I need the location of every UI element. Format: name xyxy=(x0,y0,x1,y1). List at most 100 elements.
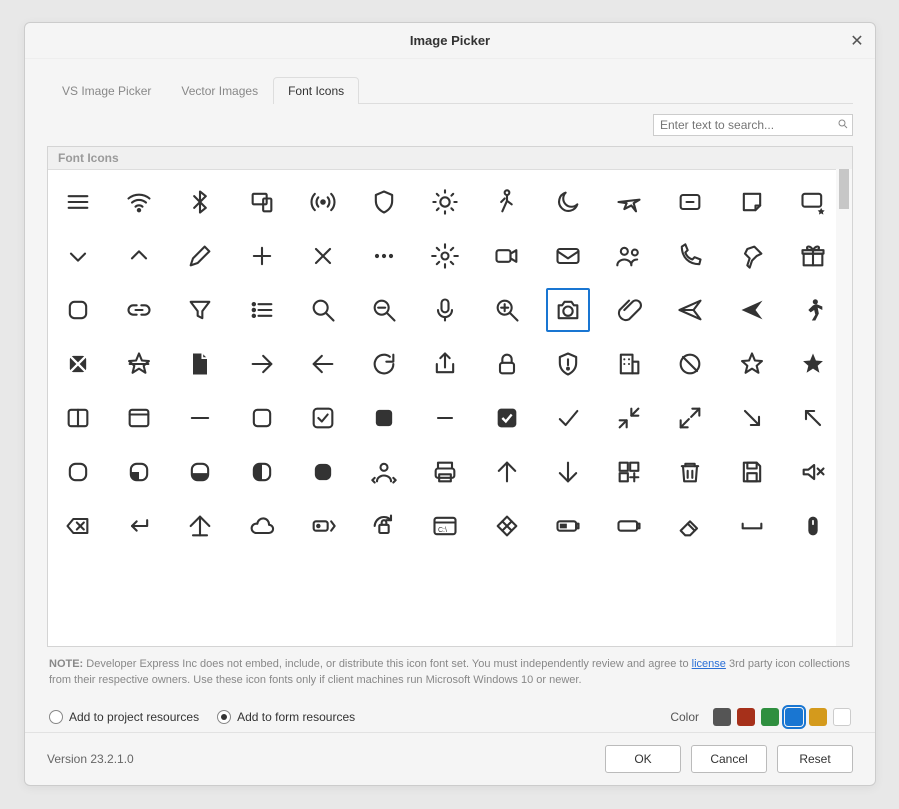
half-star-icon[interactable] xyxy=(117,342,161,386)
battery-half-icon[interactable] xyxy=(546,504,590,548)
tab-vs[interactable]: VS Image Picker xyxy=(47,77,166,104)
send-filled-icon[interactable] xyxy=(730,288,774,332)
license-link[interactable]: license xyxy=(692,658,726,670)
minus-icon[interactable] xyxy=(178,396,222,440)
star-outline-icon[interactable] xyxy=(730,342,774,386)
document-icon[interactable] xyxy=(178,342,222,386)
user-sync-icon[interactable] xyxy=(362,450,406,494)
star-filled-icon[interactable] xyxy=(791,342,835,386)
run-person-icon[interactable] xyxy=(791,288,835,332)
shield-icon[interactable] xyxy=(362,180,406,224)
search-input[interactable] xyxy=(653,114,853,136)
zoom-in-icon[interactable] xyxy=(485,288,529,332)
collapse-icon[interactable] xyxy=(607,396,651,440)
diag-down-icon[interactable] xyxy=(730,396,774,440)
camera-icon[interactable] xyxy=(546,288,590,332)
trash-icon[interactable] xyxy=(668,450,712,494)
cloud-icon[interactable] xyxy=(240,504,284,548)
round-corner-bl-icon[interactable] xyxy=(117,450,161,494)
note-icon[interactable] xyxy=(730,180,774,224)
people-icon[interactable] xyxy=(607,234,651,278)
lock-rotate-icon[interactable] xyxy=(362,504,406,548)
brightness-icon[interactable] xyxy=(423,180,467,224)
color-swatch-3[interactable] xyxy=(785,708,803,726)
search-icon[interactable] xyxy=(301,288,345,332)
print-icon[interactable] xyxy=(423,450,467,494)
battery-full-icon[interactable] xyxy=(607,504,651,548)
airplane-icon[interactable] xyxy=(607,180,651,224)
phone-icon[interactable] xyxy=(668,234,712,278)
eraser-icon[interactable] xyxy=(668,504,712,548)
rect-minus-icon[interactable] xyxy=(668,180,712,224)
building-icon[interactable] xyxy=(607,342,651,386)
bluetooth-icon[interactable] xyxy=(178,180,222,224)
save-icon[interactable] xyxy=(730,450,774,494)
attach-icon[interactable] xyxy=(607,288,651,332)
settings-gear-icon[interactable] xyxy=(423,234,467,278)
more-dots-icon[interactable] xyxy=(362,234,406,278)
list-icon[interactable] xyxy=(240,288,284,332)
cancel-circle-icon[interactable] xyxy=(668,342,712,386)
chevron-down-icon[interactable] xyxy=(56,234,100,278)
rounded-square-icon[interactable] xyxy=(56,288,100,332)
cancel-button[interactable]: Cancel xyxy=(691,745,767,773)
square-filled-icon[interactable] xyxy=(362,396,406,440)
mail-icon[interactable] xyxy=(546,234,590,278)
zoom-out-icon[interactable] xyxy=(362,288,406,332)
target-icon[interactable] xyxy=(485,504,529,548)
edit-pen-icon[interactable] xyxy=(178,234,222,278)
arrow-left-icon[interactable] xyxy=(301,342,345,386)
color-swatch-1[interactable] xyxy=(737,708,755,726)
lock-icon[interactable] xyxy=(485,342,529,386)
send-outline-icon[interactable] xyxy=(668,288,712,332)
walk-icon[interactable] xyxy=(485,180,529,224)
arrow-down-icon[interactable] xyxy=(546,450,590,494)
monitor-star-icon[interactable] xyxy=(791,180,835,224)
round-half-icon[interactable] xyxy=(178,450,222,494)
pin-icon[interactable] xyxy=(730,234,774,278)
mouse-icon[interactable] xyxy=(791,504,835,548)
moon-icon[interactable] xyxy=(546,180,590,224)
backspace-icon[interactable] xyxy=(56,504,100,548)
square-outline-icon[interactable] xyxy=(240,396,284,440)
check-icon[interactable] xyxy=(546,396,590,440)
arrow-up-icon[interactable] xyxy=(485,450,529,494)
color-swatch-5[interactable] xyxy=(833,708,851,726)
mic-icon[interactable] xyxy=(423,288,467,332)
arrow-right-icon[interactable] xyxy=(240,342,284,386)
spacebar-icon[interactable] xyxy=(730,504,774,548)
chevron-up-icon[interactable] xyxy=(117,234,161,278)
reset-button[interactable]: Reset xyxy=(777,745,853,773)
mute-icon[interactable] xyxy=(791,450,835,494)
tab-font[interactable]: Font Icons xyxy=(273,77,359,104)
checkbox-icon[interactable] xyxy=(301,396,345,440)
gift-icon[interactable] xyxy=(791,234,835,278)
split-vert-icon[interactable] xyxy=(56,396,100,440)
radio-form-resources[interactable]: Add to form resources xyxy=(217,710,355,724)
refresh-icon[interactable] xyxy=(362,342,406,386)
color-swatch-0[interactable] xyxy=(713,708,731,726)
close-button[interactable]: ✕ xyxy=(845,29,869,53)
expand-icon[interactable] xyxy=(668,396,712,440)
home-upload-icon[interactable] xyxy=(178,504,222,548)
link-icon[interactable] xyxy=(117,288,161,332)
ok-button[interactable]: OK xyxy=(605,745,681,773)
wifi-icon[interactable] xyxy=(117,180,161,224)
devices-icon[interactable] xyxy=(240,180,284,224)
menu-icon[interactable] xyxy=(56,180,100,224)
radio-project-resources[interactable]: Add to project resources xyxy=(49,710,199,724)
tab-vector[interactable]: Vector Images xyxy=(166,77,273,104)
apps-icon[interactable] xyxy=(607,450,651,494)
color-swatch-2[interactable] xyxy=(761,708,779,726)
diag-up-icon[interactable] xyxy=(791,396,835,440)
round-filled-icon[interactable] xyxy=(301,450,345,494)
grid-block-icon[interactable] xyxy=(56,342,100,386)
minus-thin-icon[interactable] xyxy=(423,396,467,440)
plus-icon[interactable] xyxy=(240,234,284,278)
round-half-dark-icon[interactable] xyxy=(240,450,284,494)
scrollbar[interactable] xyxy=(836,169,852,646)
card-eject-icon[interactable] xyxy=(301,504,345,548)
check-filled-icon[interactable] xyxy=(485,396,529,440)
share-icon[interactable] xyxy=(423,342,467,386)
scrollbar-thumb[interactable] xyxy=(839,169,849,209)
